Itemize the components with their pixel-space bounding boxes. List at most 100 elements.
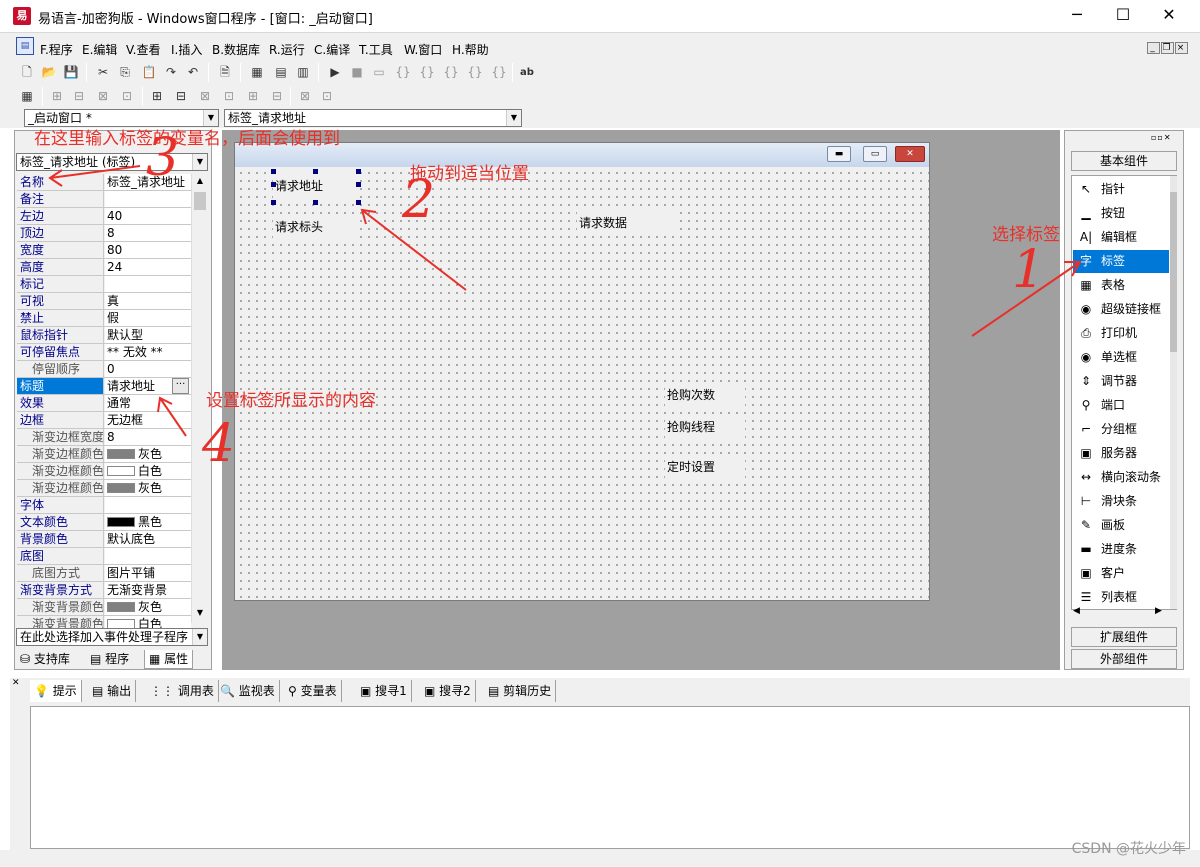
copy-icon[interactable]: ⎘ xyxy=(116,64,134,81)
scroll-thumb[interactable] xyxy=(194,192,206,210)
center-v-icon[interactable]: ⊟ xyxy=(172,88,190,105)
paste-icon[interactable]: 📋 xyxy=(140,64,158,81)
menu-help[interactable]: H.帮助 xyxy=(452,41,489,58)
ext-components-header[interactable]: 扩展组件 xyxy=(1071,627,1177,647)
cut-icon[interactable]: ✂ xyxy=(94,64,112,81)
property-row[interactable]: 边框 无边框 xyxy=(17,412,191,429)
component-item[interactable]: 字标签 xyxy=(1073,250,1169,273)
menu-run[interactable]: R.运行 xyxy=(269,41,305,58)
component-item[interactable]: ⚲ 端口 xyxy=(1073,394,1169,417)
property-row[interactable]: 标记 xyxy=(17,276,191,293)
layout3-icon[interactable]: ▥ xyxy=(294,64,312,81)
form-designer-window[interactable]: ▬ ▭ ✕ 请求地址 请求标头 请求数据 抢购次数 抢购线程 定时设置 xyxy=(234,142,930,601)
component-item[interactable]: ▣ 客户 xyxy=(1073,562,1169,585)
menu-insert[interactable]: I.插入 xyxy=(171,41,202,58)
property-row[interactable]: 渐变边框颜色 灰色 xyxy=(17,446,191,463)
step-icon[interactable]: ▭ xyxy=(370,64,388,81)
component-item[interactable]: ✎ 画板 xyxy=(1073,514,1169,537)
property-row[interactable]: 渐变背景方式 无渐变背景 xyxy=(17,582,191,599)
component-item[interactable]: ▦ 表格 xyxy=(1073,274,1169,297)
property-value[interactable]: 无边框 xyxy=(105,412,191,428)
component-item[interactable]: ↖ 指针 xyxy=(1073,178,1169,201)
run-icon[interactable]: ▶ xyxy=(326,64,344,81)
layout1-icon[interactable]: ▦ xyxy=(248,64,266,81)
chevron-down-icon[interactable]: ▼ xyxy=(192,154,207,170)
property-value[interactable] xyxy=(105,191,191,207)
property-value[interactable]: 默认型 xyxy=(105,327,191,343)
property-value[interactable]: ** 无效 ** xyxy=(105,344,191,360)
find-icon[interactable]: 🗎 xyxy=(216,64,234,81)
property-row[interactable]: 宽度 80 xyxy=(17,242,191,259)
redo-icon[interactable]: ↷ xyxy=(162,64,180,81)
property-value[interactable] xyxy=(105,497,191,513)
tab-watch[interactable]: 🔍 监视表 xyxy=(216,680,280,702)
component-item[interactable]: ▣ 服务器 xyxy=(1073,442,1169,465)
run-to-cursor-icon[interactable]: {} xyxy=(466,64,484,81)
mdi-restore-button[interactable]: ❐ xyxy=(1161,42,1174,54)
layout2-icon[interactable]: ▤ xyxy=(272,64,290,81)
component-item[interactable]: ⎙ 打印机 xyxy=(1073,322,1169,345)
tab-support-lib[interactable]: ⛁ 支持库 xyxy=(16,650,74,669)
resize-handle[interactable] xyxy=(271,200,276,205)
scroll-down-icon[interactable]: ▼ xyxy=(194,608,206,617)
form-minimize-button[interactable]: ▬ xyxy=(827,146,851,162)
object-type-select[interactable]: 标签_请求地址 (标签) ▼ xyxy=(16,153,208,171)
property-row[interactable]: 顶边 8 xyxy=(17,225,191,242)
step-out-icon[interactable]: {} xyxy=(442,64,460,81)
label-request-header[interactable]: 请求标头 xyxy=(273,215,357,239)
maximize-button[interactable]: ☐ xyxy=(1100,0,1146,32)
property-value[interactable]: 灰色 xyxy=(105,446,191,462)
center-h-icon[interactable]: ⊞ xyxy=(148,88,166,105)
tab-clip-history[interactable]: ▤ 剪辑历史 xyxy=(484,680,557,702)
component-scrollbar[interactable] xyxy=(1170,176,1177,609)
tab-search2[interactable]: ▣ 搜寻2 xyxy=(420,680,476,702)
open-icon[interactable]: 📂 xyxy=(40,64,58,81)
property-row[interactable]: 禁止假 xyxy=(17,310,191,327)
menu-tools[interactable]: T.工具 xyxy=(359,41,393,58)
property-value[interactable]: 白色 xyxy=(105,463,191,479)
close-button[interactable]: ✕ xyxy=(1146,0,1192,32)
new-icon[interactable]: 🗋 xyxy=(18,64,36,81)
chevron-down-icon[interactable]: ▼ xyxy=(506,110,521,126)
form-icon[interactable]: ▦ xyxy=(18,88,36,105)
property-row[interactable]: 底图方式 图片平铺 xyxy=(17,565,191,582)
property-value[interactable]: 无渐变背景 xyxy=(105,582,191,598)
save-icon[interactable]: 💾 xyxy=(62,64,80,81)
component-item[interactable]: ▬ 进度条 xyxy=(1073,538,1169,561)
component-item[interactable]: ⊢ 滑块条 xyxy=(1073,490,1169,513)
space-v-icon[interactable]: ⊡ xyxy=(220,88,238,105)
component-item[interactable]: ◉ 单选框 xyxy=(1073,346,1169,369)
property-row[interactable]: 渐变边框宽度 8 xyxy=(17,429,191,446)
tab-search1[interactable]: ▣ 搜寻1 xyxy=(356,680,412,702)
property-value[interactable]: 假 xyxy=(105,310,191,326)
mdi-minimize-button[interactable]: _ xyxy=(1147,42,1160,54)
label-request-data[interactable]: 请求数据 xyxy=(577,211,677,235)
component-item[interactable]: A| 编辑框 xyxy=(1073,226,1169,249)
property-row[interactable]: 左边 40 xyxy=(17,208,191,225)
tab-properties[interactable]: ▦ 属性 xyxy=(144,650,194,669)
menu-view[interactable]: V.查看 xyxy=(126,41,160,58)
space-equal-h-icon[interactable]: ⊞ xyxy=(244,88,262,105)
property-value[interactable]: 8 xyxy=(105,429,191,445)
property-value[interactable]: 默认底色 xyxy=(105,531,191,547)
component-item[interactable]: ▁ 按钮 xyxy=(1073,202,1169,225)
property-value[interactable]: 0 xyxy=(105,361,191,377)
property-row[interactable]: 底图 xyxy=(17,548,191,565)
resize-handle[interactable] xyxy=(356,169,361,174)
resize-handle[interactable] xyxy=(271,182,276,187)
property-row[interactable]: 可停留焦点 ** 无效 ** xyxy=(17,344,191,361)
align-top-icon[interactable]: ⊠ xyxy=(94,88,112,105)
resize-handle[interactable] xyxy=(356,200,361,205)
breakpoint-icon[interactable]: {} xyxy=(490,64,508,81)
chevron-down-icon[interactable]: ▼ xyxy=(192,629,207,645)
menu-compile[interactable]: C.编译 xyxy=(314,41,350,58)
label-request-url[interactable]: 请求地址 xyxy=(273,172,357,200)
resize-handle[interactable] xyxy=(356,182,361,187)
tab-variables[interactable]: ⚲ 变量表 xyxy=(284,680,342,702)
resize-handle[interactable] xyxy=(313,169,318,174)
menu-window[interactable]: W.窗口 xyxy=(404,41,442,58)
property-row[interactable]: 高度 24 xyxy=(17,259,191,276)
ellipsis-button[interactable]: ··· xyxy=(172,378,189,394)
component-item[interactable]: ↔ 横向滚动条 xyxy=(1073,466,1169,489)
property-row[interactable]: 鼠标指针 默认型 xyxy=(17,327,191,344)
